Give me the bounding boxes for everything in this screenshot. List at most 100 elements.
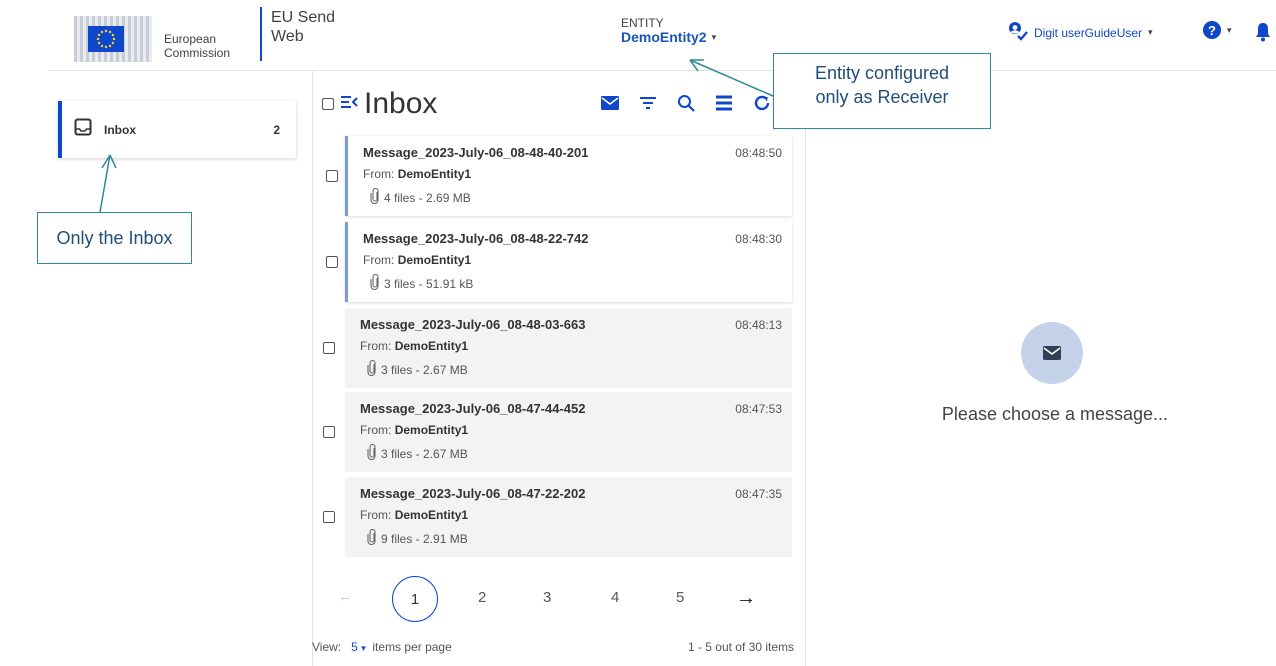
header-divider: [48, 70, 1276, 71]
pagination-page-3[interactable]: 3: [543, 589, 551, 606]
message-checkbox[interactable]: [326, 170, 338, 182]
message-files-text: 4 files - 2.69 MB: [384, 190, 471, 205]
filter-icon[interactable]: [636, 91, 660, 115]
refresh-icon[interactable]: [750, 91, 774, 115]
entity-selector[interactable]: ENTITY DemoEntity2 ▾: [621, 17, 716, 45]
user-name: Digit userGuideUser: [1034, 25, 1143, 40]
message-subject: Message_2023-July-06_08-48-40-201: [363, 145, 589, 160]
pagination-page-5[interactable]: 5: [676, 589, 684, 606]
page-title: Inbox: [364, 87, 438, 120]
pagination: ← 1 2 3 4 5 →: [330, 576, 790, 622]
app-title[interactable]: EU Send Web: [271, 8, 335, 46]
message-files: 3 files - 2.67 MB: [367, 443, 468, 463]
message-subject: Message_2023-July-06_08-48-22-742: [363, 231, 589, 246]
pagination-page-1[interactable]: 1: [392, 576, 438, 622]
message-subject: Message_2023-July-06_08-47-44-452: [360, 401, 586, 416]
notifications-bell-icon[interactable]: [1255, 22, 1271, 47]
per-page-select[interactable]: 5 ▾: [344, 640, 366, 654]
app-title-line-1: EU Send: [271, 9, 336, 26]
from-sender: DemoEntity1: [397, 253, 472, 267]
message-checkbox[interactable]: [326, 256, 338, 268]
user-menu[interactable]: Digit userGuideUser ▾: [1006, 21, 1153, 44]
annotation-inbox-callout: Only the Inbox: [37, 212, 192, 264]
view-label: View:: [312, 640, 342, 654]
app-header: European Commission EU Send Web ENTITY D…: [0, 0, 1276, 70]
collapse-sidebar-icon[interactable]: [340, 95, 358, 114]
empty-state-text: Please choose a message...: [941, 404, 1169, 424]
message-row[interactable]: Message_2023-July-06_08-48-03-663 08:48:…: [323, 308, 792, 388]
sidebar-item-count: 2: [273, 122, 280, 137]
ec-logo[interactable]: European Commission: [74, 16, 254, 62]
inbox-toolbar: Inbox: [322, 84, 800, 124]
message-time: 08:48:30: [735, 232, 782, 246]
annotation-inbox-text: Only the Inbox: [56, 228, 173, 248]
message-time: 08:47:35: [735, 487, 782, 501]
message-files-text: 3 files - 2.67 MB: [381, 446, 468, 461]
paperclip-icon: [370, 187, 380, 207]
from-sender: DemoEntity1: [394, 508, 469, 522]
toolbar-actions: [598, 91, 774, 115]
from-sender: DemoEntity1: [394, 339, 469, 353]
message-files-text: 9 files - 2.91 MB: [381, 531, 468, 546]
message-time: 08:47:53: [735, 402, 782, 416]
caret-down-icon: ▾: [1148, 27, 1153, 37]
message-files: 9 files - 2.91 MB: [367, 528, 468, 548]
message-subject: Message_2023-July-06_08-48-03-663: [360, 317, 586, 332]
message-row[interactable]: Message_2023-July-06_08-47-44-452 08:47:…: [323, 392, 792, 472]
eu-flag-icon: [88, 26, 124, 52]
list-view-icon[interactable]: [712, 91, 736, 115]
items-range: 1 - 5 out of 30 items: [687, 640, 794, 654]
from-sender: DemoEntity1: [394, 423, 469, 437]
entity-label: ENTITY: [621, 16, 664, 30]
message-from: From: DemoEntity1: [363, 167, 471, 181]
message-files: 4 files - 2.69 MB: [370, 187, 471, 207]
from-prefix: From:: [363, 167, 395, 181]
user-icon: [1006, 21, 1028, 44]
mail-icon[interactable]: [598, 91, 622, 115]
message-row[interactable]: Message_2023-July-06_08-48-40-201 08:48:…: [326, 136, 792, 216]
from-prefix: From:: [360, 508, 392, 522]
message-files-text: 3 files - 51.91 kB: [384, 276, 474, 291]
per-page-value: 5: [351, 640, 358, 654]
sidebar-item-inbox[interactable]: Inbox 2: [58, 101, 296, 158]
message-from: From: DemoEntity1: [360, 339, 468, 353]
caret-down-icon: ▾: [711, 32, 717, 42]
message-files-text: 3 files - 2.67 MB: [381, 362, 468, 377]
pagination-page-4[interactable]: 4: [611, 589, 619, 606]
pagination-next-button[interactable]: →: [736, 587, 756, 610]
help-menu[interactable]: ? ▾: [1203, 21, 1232, 39]
inbox-icon: [74, 118, 92, 141]
message-from: From: DemoEntity1: [360, 423, 468, 437]
message-from: From: DemoEntity1: [360, 508, 468, 522]
search-icon[interactable]: [674, 91, 698, 115]
message-files: 3 files - 2.67 MB: [367, 359, 468, 379]
sidebar-item-label: Inbox: [104, 122, 136, 137]
message-row[interactable]: Message_2023-July-06_08-47-22-202 08:47:…: [323, 477, 792, 557]
help-icon: ?: [1203, 21, 1221, 39]
message-subject: Message_2023-July-06_08-47-22-202: [360, 486, 586, 501]
message-checkbox[interactable]: [323, 511, 335, 523]
logo-line-2: Commission: [164, 46, 231, 60]
column-divider: [805, 71, 806, 666]
caret-down-icon: ▾: [1227, 24, 1232, 35]
from-prefix: From:: [360, 339, 392, 353]
message-checkbox[interactable]: [323, 342, 335, 354]
entity-name: DemoEntity2: [621, 29, 707, 45]
message-checkbox[interactable]: [323, 426, 335, 438]
ec-logo-text: European Commission: [164, 32, 230, 60]
app-title-line-2: Web: [271, 28, 304, 45]
from-sender: DemoEntity1: [397, 167, 472, 181]
paperclip-icon: [370, 273, 380, 293]
empty-mail-icon: [1021, 322, 1083, 384]
annotation-entity-line-1: Entity configured: [814, 63, 950, 83]
entity-name-row[interactable]: DemoEntity2 ▾: [621, 29, 716, 45]
message-files: 3 files - 51.91 kB: [370, 273, 474, 293]
message-time: 08:48:50: [735, 146, 782, 160]
select-all-checkbox[interactable]: [322, 98, 334, 110]
pagination-prev-button[interactable]: ←: [338, 588, 353, 605]
message-from: From: DemoEntity1: [363, 253, 471, 267]
pagination-page-2[interactable]: 2: [478, 589, 486, 606]
paperclip-icon: [367, 528, 377, 548]
annotation-entity-callout: Entity configured only as Receiver: [773, 53, 991, 129]
message-row[interactable]: Message_2023-July-06_08-48-22-742 08:48:…: [326, 222, 792, 302]
